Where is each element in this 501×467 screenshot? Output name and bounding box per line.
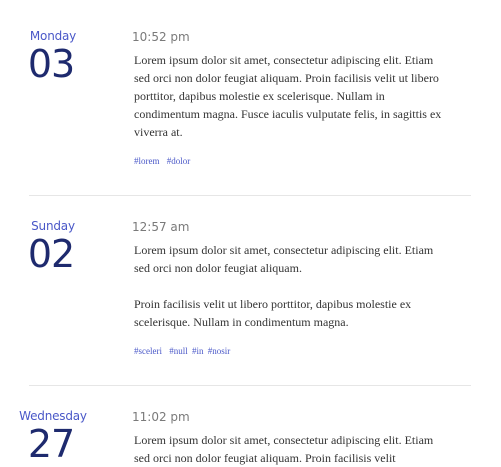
tag-link[interactable]: #lorem: [134, 156, 160, 166]
entry-body: Lorem ipsum dolor sit amet, consectetur …: [134, 241, 444, 331]
entry-tags: #lorem #dolor: [134, 156, 195, 166]
journal-feed: Monday 03 10:52 pm Lorem ipsum dolor sit…: [0, 0, 501, 465]
tag-link[interactable]: #dolor: [167, 156, 191, 166]
entry-day-number: 03: [27, 42, 75, 86]
entry-body: Lorem ipsum dolor sit amet, consectetur …: [134, 51, 444, 141]
entry-paragraph: Proin facilisis velit ut libero porttito…: [134, 297, 412, 329]
entry-time: 10:52 pm: [132, 30, 190, 44]
tag-link[interactable]: #nosir: [208, 346, 231, 356]
entry-day-name: Wednesday: [19, 409, 87, 423]
entry-time: 11:02 pm: [132, 410, 190, 424]
tag-link[interactable]: #sceleri: [134, 346, 162, 356]
entry-body: Lorem ipsum dolor sit amet, consectetur …: [134, 431, 444, 467]
entry-divider: [29, 195, 471, 196]
entry-time: 12:57 am: [132, 220, 190, 234]
entry-paragraph: Lorem ipsum dolor sit amet, consectetur …: [134, 243, 434, 275]
entry-day-name: Monday: [29, 29, 77, 43]
tag-link[interactable]: #null: [169, 346, 188, 356]
entry-day-number: 02: [27, 232, 75, 276]
entry-paragraph: Lorem ipsum dolor sit amet, consectetur …: [134, 53, 442, 139]
entry-day-number: 27: [27, 422, 75, 466]
entry-divider: [29, 385, 471, 386]
entry-tags: #sceleri #null #in #nosir: [134, 346, 235, 356]
tag-link[interactable]: #in: [192, 346, 204, 356]
entry-day-name: Sunday: [31, 219, 75, 233]
entry-paragraph: Lorem ipsum dolor sit amet, consectetur …: [134, 433, 434, 465]
